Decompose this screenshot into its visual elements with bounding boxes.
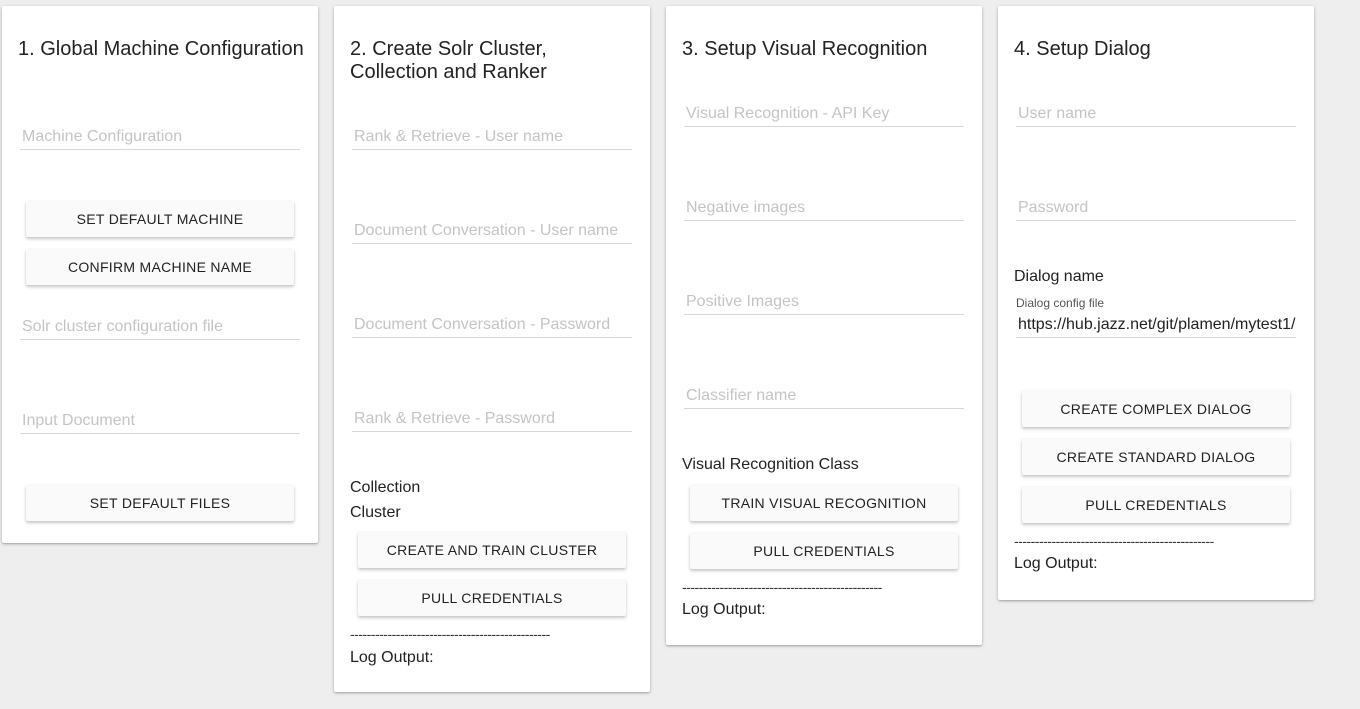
train-visual-recognition-button[interactable]: TRAIN VISUAL RECOGNITION — [690, 485, 958, 521]
negative-images-input[interactable] — [684, 195, 964, 221]
username-input[interactable] — [1016, 101, 1296, 127]
create-complex-dialog-button[interactable]: CREATE COMPLEX DIALOG — [1022, 391, 1290, 427]
create-and-train-cluster-button[interactable]: CREATE AND TRAIN CLUSTER — [358, 532, 626, 568]
document-conversation-password-input[interactable] — [352, 312, 632, 338]
separator-line: ----------------------------------------… — [1014, 533, 1214, 549]
log-output-label: Log Output: — [682, 601, 766, 618]
solr-cluster-config-input[interactable] — [20, 314, 300, 340]
cluster-label: Cluster — [350, 504, 401, 521]
set-default-files-button[interactable]: SET DEFAULT FILES — [26, 485, 294, 521]
positive-images-input[interactable] — [684, 289, 964, 315]
dialog-config-file-label: Dialog config file — [1016, 296, 1105, 310]
card-title: 2. Create Solr Cluster, Collection and R… — [350, 38, 547, 83]
set-default-machine-button[interactable]: SET DEFAULT MACHINE — [26, 201, 294, 237]
pull-credentials-button[interactable]: PULL CREDENTIALS — [690, 533, 958, 569]
card-global-machine-configuration: 1. Global Machine Configuration SET DEFA… — [2, 6, 318, 543]
collection-label: Collection — [350, 479, 421, 496]
log-output-label: Log Output: — [1014, 555, 1098, 572]
separator-line: ----------------------------------------… — [682, 579, 882, 595]
pull-credentials-button[interactable]: PULL CREDENTIALS — [358, 580, 626, 616]
card-setup-visual-recognition: 3. Setup Visual Recognition Visual Recog… — [666, 6, 982, 645]
card-title: 4. Setup Dialog — [1014, 38, 1151, 60]
classifier-name-input[interactable] — [684, 383, 964, 409]
card-create-solr-cluster: 2. Create Solr Cluster, Collection and R… — [334, 6, 650, 692]
machine-configuration-input[interactable] — [20, 124, 300, 150]
input-document-input[interactable] — [20, 408, 300, 434]
visual-recognition-class-label: Visual Recognition Class — [682, 456, 859, 473]
card-setup-dialog: 4. Setup Dialog Dialog name Dialog confi… — [998, 6, 1314, 600]
visual-recognition-api-key-input[interactable] — [684, 101, 964, 127]
card-title: 1. Global Machine Configuration — [18, 38, 304, 60]
confirm-machine-name-button[interactable]: CONFIRM MACHINE NAME — [26, 249, 294, 285]
rank-retrieve-password-input[interactable] — [352, 406, 632, 432]
card-title: 3. Setup Visual Recognition — [682, 38, 928, 60]
dialog-name-label: Dialog name — [1014, 268, 1104, 285]
dialog-config-file-input[interactable] — [1016, 312, 1296, 338]
log-output-label: Log Output: — [350, 649, 434, 666]
document-conversation-username-input[interactable] — [352, 218, 632, 244]
pull-credentials-button[interactable]: PULL CREDENTIALS — [1022, 487, 1290, 523]
separator-line: ----------------------------------------… — [350, 626, 550, 642]
create-standard-dialog-button[interactable]: CREATE STANDARD DIALOG — [1022, 439, 1290, 475]
password-input[interactable] — [1016, 195, 1296, 221]
rank-retrieve-username-input[interactable] — [352, 124, 632, 150]
